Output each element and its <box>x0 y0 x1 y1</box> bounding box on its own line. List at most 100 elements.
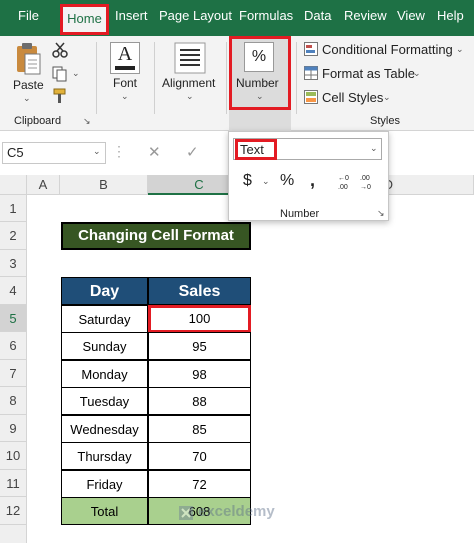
copy-dropdown-icon[interactable]: ⌄ <box>72 68 80 79</box>
alignment-icon[interactable] <box>174 42 206 74</box>
tab-help[interactable]: Help <box>437 8 464 23</box>
row-header-9[interactable]: 9 <box>0 415 27 442</box>
format-as-table-dropdown-icon[interactable]: ⌄ <box>413 68 421 79</box>
cell-styles-icon[interactable] <box>304 90 318 104</box>
number-label: Number <box>236 76 279 90</box>
number-format-dropdown-icon[interactable]: ⌄ <box>370 143 378 154</box>
conditional-formatting-icon[interactable] <box>304 42 318 56</box>
tab-view[interactable]: View <box>397 8 425 23</box>
tab-formulas[interactable]: Formulas <box>239 8 293 23</box>
select-all-corner[interactable] <box>0 175 27 195</box>
name-box-dropdown-icon[interactable]: ⌄ <box>93 146 101 157</box>
cut-icon[interactable] <box>52 42 68 58</box>
row-header-11[interactable]: 11 <box>0 470 27 497</box>
sales-cell-selected[interactable]: 100 <box>148 305 251 333</box>
day-cell[interactable]: Wednesday <box>61 415 148 443</box>
tab-data[interactable]: Data <box>304 8 331 23</box>
currency-dropdown-icon[interactable]: ⌄ <box>262 176 270 187</box>
row-header-10[interactable]: 10 <box>0 442 27 470</box>
confirm-entry-icon[interactable]: ✓ <box>186 143 199 161</box>
row-header-5[interactable]: 5 <box>0 305 27 332</box>
percent-style-button[interactable]: % <box>280 172 294 190</box>
header-day[interactable]: Day <box>61 277 148 305</box>
name-box-value: C5 <box>7 145 24 160</box>
day-cell[interactable]: Monday <box>61 360 148 388</box>
number-group-label: Number <box>280 208 320 220</box>
conditional-formatting-button[interactable]: Conditional Formatting <box>322 42 453 57</box>
increase-decimal-icon[interactable]: ←0 .00 <box>336 172 356 192</box>
copy-icon[interactable] <box>52 66 68 82</box>
font-underline-bar <box>115 66 135 70</box>
decrease-decimal-icon[interactable]: .00 →0 <box>358 172 378 192</box>
row-header-12[interactable]: 12 <box>0 497 27 525</box>
tab-page-layout[interactable]: Page Layout <box>159 8 232 23</box>
currency-format-button[interactable]: $ <box>243 172 252 190</box>
sales-cell[interactable]: 95 <box>148 332 251 360</box>
row-header-3[interactable]: 3 <box>0 250 27 277</box>
paste-dropdown-icon[interactable]: ⌄ <box>23 93 31 104</box>
svg-text:.00: .00 <box>338 184 348 191</box>
row-header-partial <box>0 525 27 543</box>
sales-cell[interactable]: 72 <box>148 470 251 498</box>
tab-file[interactable]: File <box>18 8 39 23</box>
format-as-table-icon[interactable] <box>304 66 318 80</box>
number-button-active-fill <box>229 110 291 131</box>
day-cell[interactable]: Saturday <box>61 305 148 333</box>
ribbon-separator <box>226 42 227 114</box>
svg-text:→0: →0 <box>360 184 371 191</box>
number-format-value[interactable]: Text <box>235 139 277 160</box>
percent-icon: % <box>244 42 274 72</box>
tab-insert[interactable]: Insert <box>115 8 148 23</box>
day-cell[interactable]: Sunday <box>61 332 148 360</box>
row-header-4[interactable]: 4 <box>0 277 27 305</box>
cell-styles-dropdown-icon[interactable]: ⌄ <box>383 92 391 103</box>
font-dropdown-icon[interactable]: ⌄ <box>121 91 129 102</box>
row-header-1[interactable]: 1 <box>0 195 27 222</box>
row-header-6[interactable]: 6 <box>0 332 27 360</box>
sales-cell[interactable]: 98 <box>148 360 251 388</box>
format-as-table-button[interactable]: Format as Table <box>322 66 415 81</box>
ribbon-separator <box>154 42 155 114</box>
sales-cell[interactable]: 88 <box>148 387 251 415</box>
alignment-dropdown-icon[interactable]: ⌄ <box>186 91 194 102</box>
total-value-cell[interactable]: 608 <box>148 497 251 525</box>
day-cell[interactable]: Thursday <box>61 442 148 470</box>
row-header-8[interactable]: 8 <box>0 387 27 415</box>
comma-style-button[interactable]: , <box>310 170 315 191</box>
column-header-a[interactable]: A <box>27 175 60 195</box>
cell-styles-button[interactable]: Cell Styles <box>322 90 383 105</box>
sales-cell[interactable]: 85 <box>148 415 251 443</box>
number-launcher-icon[interactable]: ↘ <box>377 208 385 219</box>
conditional-formatting-dropdown-icon[interactable]: ⌄ <box>456 44 464 55</box>
tab-home[interactable]: Home <box>60 4 109 35</box>
formula-bar-grip-icon: ⋮ <box>112 143 126 159</box>
sales-cell[interactable]: 70 <box>148 442 251 470</box>
paste-label[interactable]: Paste <box>13 78 44 92</box>
day-cell[interactable]: Friday <box>61 470 148 498</box>
row-header-2[interactable]: 2 <box>0 222 27 250</box>
alignment-label[interactable]: Alignment <box>162 76 215 90</box>
sheet-title[interactable]: Changing Cell Format <box>61 222 251 250</box>
cancel-entry-icon[interactable]: ✕ <box>148 143 161 161</box>
svg-text:.00: .00 <box>360 175 370 182</box>
ribbon-separator <box>296 42 297 114</box>
row-header-7[interactable]: 7 <box>0 360 27 387</box>
svg-text:←0: ←0 <box>338 175 349 182</box>
font-label[interactable]: Font <box>113 76 137 90</box>
paste-icon <box>17 43 41 75</box>
column-header-b[interactable]: B <box>60 175 148 195</box>
ribbon-separator <box>96 42 97 114</box>
number-dropdown-icon: ⌄ <box>256 91 264 101</box>
format-painter-icon[interactable] <box>52 88 68 104</box>
paste-button[interactable] <box>14 42 42 76</box>
total-label-cell[interactable]: Total <box>61 497 148 525</box>
font-icon: A <box>117 43 133 65</box>
clipboard-group-label: Clipboard <box>14 115 62 127</box>
day-cell[interactable]: Tuesday <box>61 387 148 415</box>
header-sales[interactable]: Sales <box>148 277 251 305</box>
font-button[interactable]: A <box>110 42 140 74</box>
clipboard-launcher-icon[interactable]: ↘ <box>83 116 91 127</box>
tab-review[interactable]: Review <box>344 8 387 23</box>
styles-group-label: Styles <box>370 115 400 127</box>
name-box[interactable]: C5 <box>2 142 106 164</box>
